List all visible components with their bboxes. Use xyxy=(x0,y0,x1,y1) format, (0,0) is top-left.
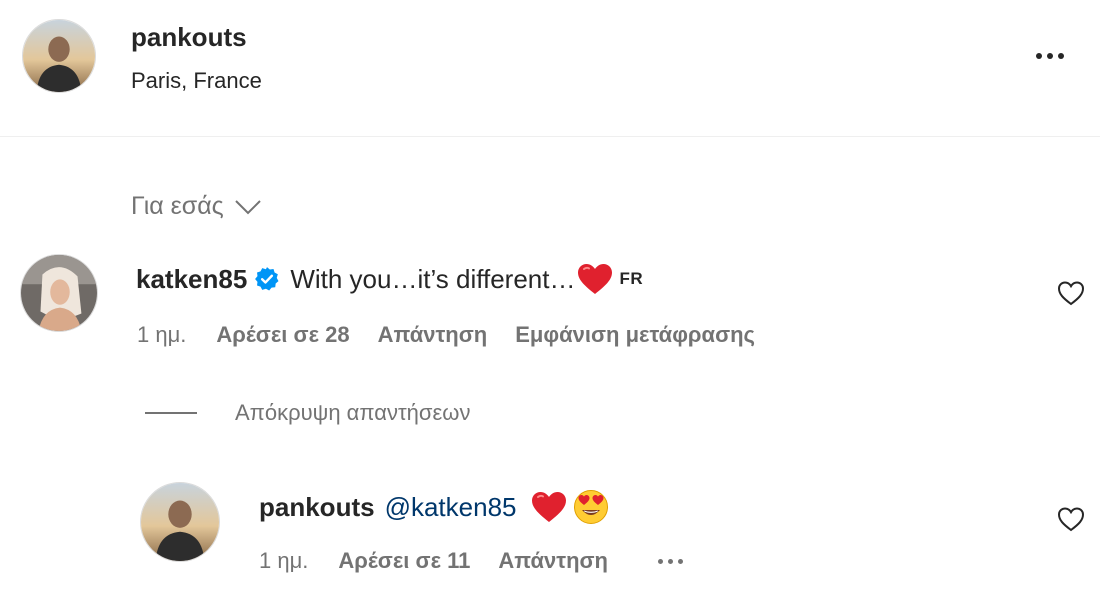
reply-body: pankouts @katken85 xyxy=(259,489,609,525)
avatar-image xyxy=(21,255,97,331)
comment-text: With you…it’s different… xyxy=(290,263,576,294)
reply-author-username[interactable]: pankouts xyxy=(259,492,375,523)
heart-emoji-icon xyxy=(578,264,613,294)
comment-body: katken85 With you…it’s different… FR xyxy=(136,263,643,295)
heart-emoji-icon xyxy=(531,492,566,522)
commenter-avatar[interactable] xyxy=(20,254,98,332)
avatar-image xyxy=(23,20,95,92)
reply-meta: 1 ημ. Αρέσει σε 11 Απάντηση xyxy=(259,548,683,574)
comments-filter-label: Για εσάς xyxy=(131,192,224,220)
reply-reply-button[interactable]: Απάντηση xyxy=(498,548,608,574)
comment-language-tag: FR xyxy=(619,269,644,288)
reply-likes-count[interactable]: Αρέσει σε 11 xyxy=(338,548,470,574)
comments-filter-dropdown[interactable]: Για εσάς xyxy=(131,192,262,221)
chevron-down-icon xyxy=(235,199,261,214)
replies-line xyxy=(145,412,197,414)
reply-time: 1 ημ. xyxy=(259,548,309,573)
hide-replies-button[interactable]: Απόκρυψη απαντήσεων xyxy=(145,400,470,426)
post-author-username[interactable]: pankouts xyxy=(131,22,247,53)
commenter-username[interactable]: katken85 xyxy=(136,264,247,295)
comment-reply-button[interactable]: Απάντηση xyxy=(378,322,488,348)
reply-mention-link[interactable]: @katken85 xyxy=(385,492,517,523)
see-translation-button[interactable]: Εμφάνιση μετάφρασης xyxy=(515,322,755,348)
reply-author-avatar[interactable] xyxy=(140,482,220,562)
avatar-image xyxy=(141,483,219,561)
like-heart-icon[interactable] xyxy=(1057,506,1085,537)
header-divider xyxy=(0,136,1100,137)
verified-badge-icon xyxy=(255,267,279,291)
more-options-icon[interactable] xyxy=(658,558,683,564)
comment-meta: 1 ημ. Αρέσει σε 28 Απάντηση Εμφάνιση μετ… xyxy=(137,322,755,348)
more-options-icon[interactable] xyxy=(1036,53,1064,59)
post-location[interactable]: Paris, France xyxy=(131,68,262,94)
hide-replies-label: Απόκρυψη απαντήσεων xyxy=(235,400,471,425)
post-author-avatar[interactable] xyxy=(22,19,96,93)
comment-likes-count[interactable]: Αρέσει σε 28 xyxy=(216,322,349,348)
heart-eyes-emoji-icon xyxy=(573,490,608,524)
like-heart-icon[interactable] xyxy=(1057,280,1085,311)
comment-time: 1 ημ. xyxy=(137,322,187,347)
